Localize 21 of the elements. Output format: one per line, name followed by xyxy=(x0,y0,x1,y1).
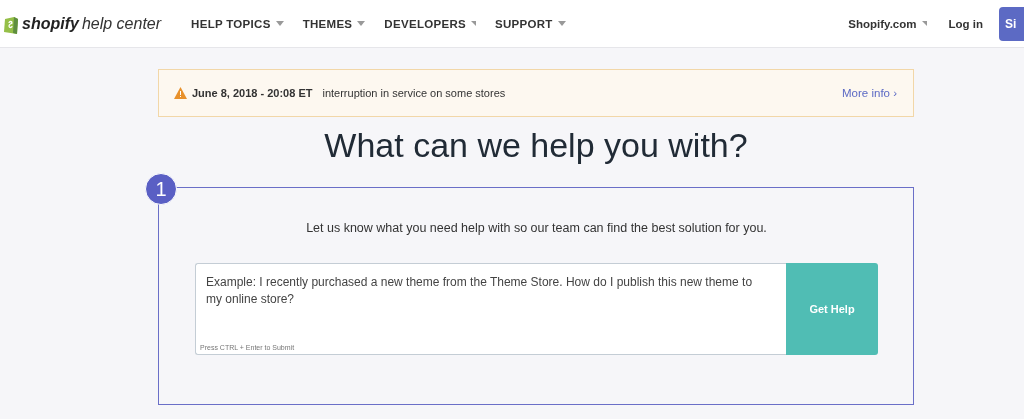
step-number: 1 xyxy=(145,173,177,205)
page-heading: What can we help you with? xyxy=(323,125,749,166)
caret-icon xyxy=(557,21,566,26)
caret-icon xyxy=(357,21,366,26)
brand-name: shopify xyxy=(22,14,79,33)
nav-link[interactable]: HELP TOPICS xyxy=(191,17,284,30)
more-info-link[interactable]: More info › xyxy=(842,87,897,99)
signup-button[interactable]: Si xyxy=(999,6,1024,41)
alert-date: June 8, 2018 - 20:08 ET xyxy=(192,87,313,99)
corner-arrow-icon xyxy=(921,20,927,26)
nav-link[interactable]: DEVELOPERS xyxy=(384,17,476,30)
header-link[interactable]: Shopify.com xyxy=(848,17,927,30)
header-link[interactable]: Log in xyxy=(948,17,983,30)
nav-link[interactable]: THEMES xyxy=(302,17,366,30)
nav-link[interactable]: SUPPORT xyxy=(494,17,566,30)
alert-message: interruption in service on some stores xyxy=(322,87,506,99)
corner-arrow-icon xyxy=(470,20,476,26)
warning-icon xyxy=(174,87,187,99)
intro-text: Let us know what you need help with so our team can find the best solution for you. xyxy=(305,221,768,235)
caret-icon xyxy=(275,21,284,26)
product-name: help center xyxy=(81,14,162,33)
